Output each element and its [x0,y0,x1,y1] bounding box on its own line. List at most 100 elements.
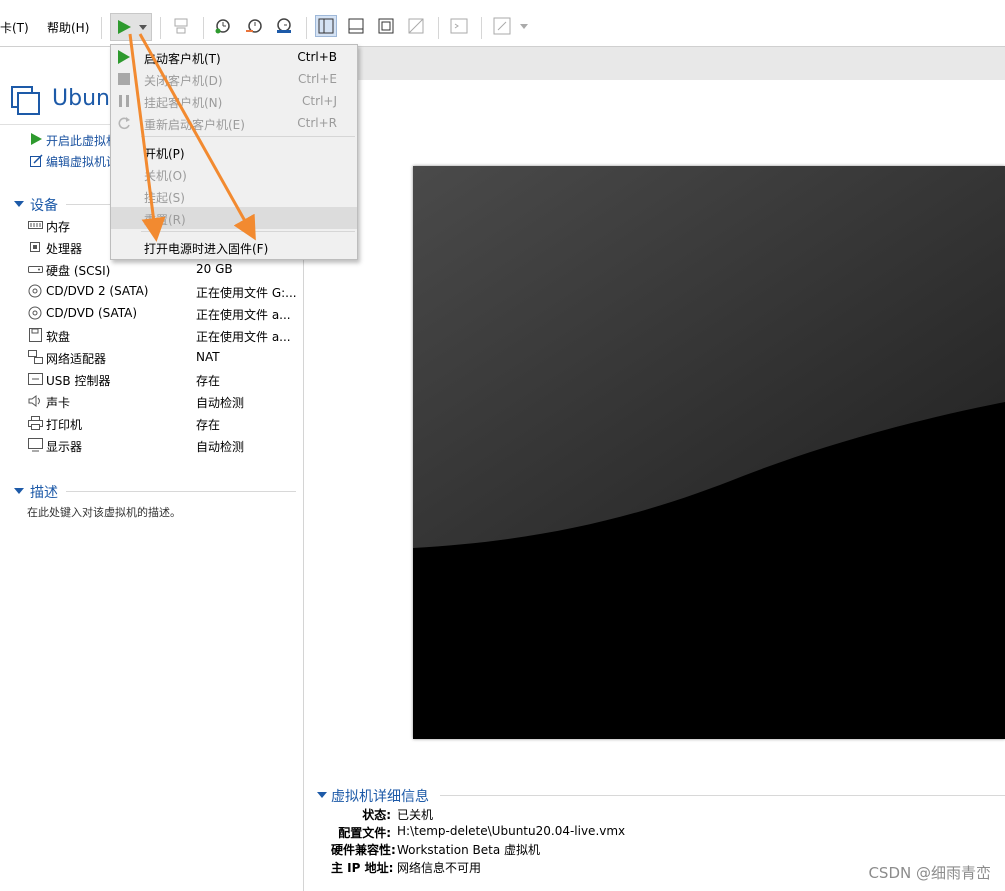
device-value: 正在使用文件 a... [196,330,291,344]
chevron-down-icon[interactable] [520,24,528,30]
detail-value: 网络信息不可用 [397,860,482,875]
power-menu-item[interactable]: 重置(R) [111,207,357,229]
menu-item-label: 挂起客户机(N) [144,96,223,110]
device-value: 自动检测 [196,440,245,454]
power-menu-item[interactable]: 关闭客户机(D) Ctrl+E [111,68,357,90]
revert-snapshot-icon[interactable] [243,15,265,37]
device-value: 自动检测 [196,396,245,410]
power-menu-item[interactable]: 启动客户机(T) Ctrl+B [111,46,357,68]
device-name: 硬盘 (SCSI) [46,264,111,278]
edit-settings-label: 编辑虚拟机设 [46,155,119,169]
description-heading: 描述 [30,485,58,501]
menu-help[interactable]: 帮助(H) [47,19,89,36]
divider [440,795,1005,796]
divider [66,491,296,492]
play-icon [118,20,131,34]
power-menu-item[interactable]: 挂起(S) [111,185,357,207]
console-view-icon[interactable] [448,15,470,37]
device-row[interactable]: CD/DVD 2 (SATA) 正在使用文件 G:... [28,282,298,302]
power-menu-item[interactable]: 打开电源时进入固件(F) [111,236,357,258]
detail-value: H:\temp-delete\Ubuntu20.04-live.vmx [397,823,626,838]
toolbar-separator [481,17,482,39]
device-name: 内存 [46,220,71,234]
menu-item-label: 挂起(S) [144,191,185,205]
power-menu-item[interactable]: 关机(O) [111,163,357,185]
printer-icon [28,416,43,430]
toolbar-separator [438,17,439,39]
detail-label: 主 IP 地址: [331,860,394,875]
toolbar: 卡(T) 帮助(H) [0,10,1005,46]
toolbar-separator [160,17,161,39]
power-menu-item[interactable]: 开机(P) [111,141,357,163]
menu-item-shortcut: Ctrl+E [298,72,337,86]
menu-item-label: 开机(P) [144,147,185,161]
device-name: 声卡 [46,396,71,410]
menu-tabs[interactable]: 卡(T) [0,19,29,36]
network-icon [28,350,43,364]
vm-title: Ubunt [52,86,119,111]
floppy-icon [28,328,43,342]
snapshot-icon[interactable] [212,15,234,37]
pause-icon [117,94,131,108]
device-row[interactable]: CD/DVD (SATA) 正在使用文件 a... [28,304,298,324]
usb-icon [28,372,43,386]
power-dropdown-menu: 启动客户机(T) Ctrl+B 关闭客户机(D) Ctrl+E 挂起客户机(N) Ctrl… [110,44,358,260]
cpu-icon [28,240,43,254]
collapse-icon[interactable] [14,201,24,208]
device-row[interactable]: 打印机 存在 [28,414,298,434]
memory-icon [28,218,43,232]
cd-icon [28,284,43,298]
send-ctrl-alt-del-icon[interactable] [170,15,192,37]
description-field[interactable]: 在此处键入对该虚拟机的描述。 [27,504,181,520]
power-menu-item[interactable]: 挂起客户机(N) Ctrl+J [111,90,357,112]
menu-item-label: 重新启动客户机(E) [144,118,245,132]
device-name: USB 控制器 [46,374,111,388]
play-icon [117,50,131,64]
device-row[interactable]: USB 控制器 存在 [28,370,298,390]
collapse-icon[interactable] [317,792,327,799]
detail-label: 硬件兼容性: [331,843,396,857]
toolbar-separator [306,17,307,39]
toolbar-separator [101,17,102,39]
device-value: 正在使用文件 G:... [196,286,296,300]
collapse-icon[interactable] [14,488,24,495]
detail-label: 状态: [362,808,391,822]
detail-value: Workstation Beta 虚拟机 [397,843,540,857]
show-thumbnail-bar-icon[interactable] [345,15,367,37]
device-name: 处理器 [46,242,83,256]
disk-icon [28,262,43,276]
device-row[interactable]: 网络适配器 NAT [28,348,298,368]
snapshot-manager-icon[interactable] [273,15,295,37]
play-icon [31,133,42,145]
power-on-dropdown-button[interactable] [110,13,152,41]
device-row[interactable]: 硬盘 (SCSI) 20 GB [28,260,298,280]
device-name: 软盘 [46,330,71,344]
menu-item-shortcut: Ctrl+B [297,50,337,64]
menu-separator [141,136,355,137]
device-name: 网络适配器 [46,352,107,366]
device-value: 正在使用文件 a... [196,308,291,322]
toolbar-separator [203,17,204,39]
unity-mode-icon[interactable] [405,15,427,37]
device-row[interactable]: 显示器 自动检测 [28,436,298,456]
chevron-down-icon [139,25,147,30]
vm-preview-image [413,166,1005,739]
vm-preview-screen[interactable] [413,166,1005,739]
menu-item-label: 关闭客户机(D) [144,74,223,88]
menu-item-shortcut: Ctrl+J [302,94,337,108]
device-name: CD/DVD (SATA) [46,306,138,320]
show-library-icon[interactable] [315,15,337,37]
power-menu-item[interactable]: 重新启动客户机(E) Ctrl+R [111,112,357,134]
cd-icon [28,306,43,320]
sound-icon [28,394,43,408]
details-heading: 虚拟机详细信息 [331,789,429,805]
device-value: 20 GB [196,262,233,276]
device-row[interactable]: 声卡 自动检测 [28,392,298,412]
device-row[interactable]: 软盘 正在使用文件 a... [28,326,298,346]
power-on-label: 开启此虚拟机 [46,134,119,148]
vm-icon [11,86,40,115]
menu-item-shortcut: Ctrl+R [297,116,337,130]
stop-icon [117,72,131,86]
full-screen-icon[interactable] [375,15,397,37]
stretch-guest-icon[interactable] [491,15,513,37]
